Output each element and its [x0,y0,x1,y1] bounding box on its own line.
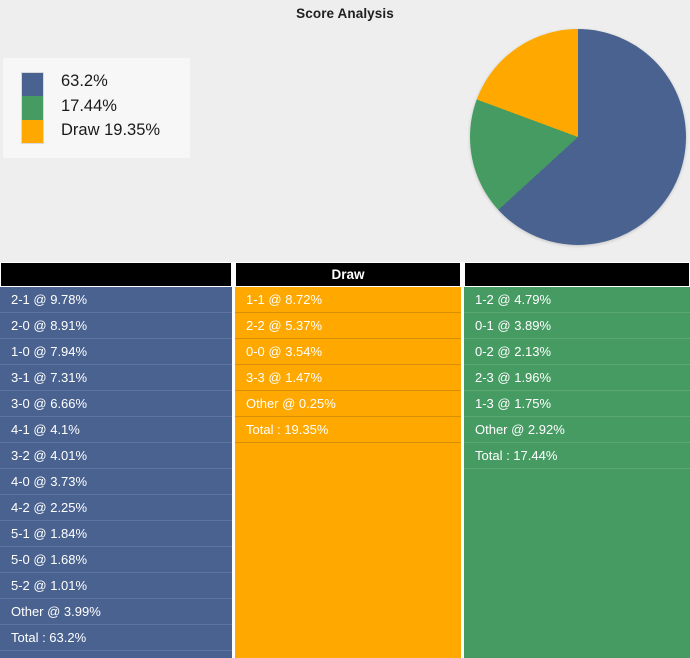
score-column-draw: Draw 1-1 @ 8.72% 2-2 @ 5.37% 0-0 @ 3.54% 3-… [235,262,461,658]
legend-label-draw: Draw 19.35% [61,121,161,139]
legend-label-home: 63.2% [61,72,108,90]
pie-chart-slices [470,29,686,245]
score-column-body-draw: 1-1 @ 8.72% 2-2 @ 5.37% 0-0 @ 3.54% 3-3 @ 1… [235,287,461,658]
score-row: 5-0 @ 1.68% [0,547,232,573]
chart-area: Score Analysis 63.2% 17.44% Draw 19.35% [0,0,690,262]
score-row: Total : 63.2% [0,625,232,651]
page-title: Score Analysis [296,6,394,21]
score-row: 4-0 @ 3.73% [0,469,232,495]
legend-swatch-away [22,96,43,120]
score-row: 1-0 @ 7.94% [0,339,232,365]
score-row: 1-3 @ 1.75% [464,391,690,417]
score-row: 2-0 @ 8.91% [0,313,232,339]
score-column-header-draw: Draw [235,262,461,287]
score-row: 3-2 @ 4.01% [0,443,232,469]
score-column-body-away: 1-2 @ 4.79% 0-1 @ 3.89% 0-2 @ 2.13% 2-3 @ 1… [464,287,690,658]
score-row: 2-2 @ 5.37% [235,313,461,339]
score-row: Total : 19.35% [235,417,461,443]
score-row: 2-1 @ 9.78% [0,287,232,313]
score-column-body-home: 2-1 @ 9.78% 2-0 @ 8.91% 1-0 @ 7.94% 3-1 @ 7… [0,287,232,658]
score-column-header-home [0,262,232,287]
score-row: 0-2 @ 2.13% [464,339,690,365]
score-columns: 2-1 @ 9.78% 2-0 @ 8.91% 1-0 @ 7.94% 3-1 @ 7… [0,262,690,658]
legend-swatch-stack [21,72,44,144]
score-column-home: 2-1 @ 9.78% 2-0 @ 8.91% 1-0 @ 7.94% 3-1 @ 7… [0,262,232,658]
chart-legend: 63.2% 17.44% Draw 19.35% [3,58,190,158]
score-row: 4-2 @ 2.25% [0,495,232,521]
legend-label-stack: 63.2% 17.44% Draw 19.35% [61,69,160,143]
legend-swatch-home [22,73,43,97]
score-row: 2-3 @ 1.96% [464,365,690,391]
score-row: Total : 17.44% [464,443,690,469]
score-row: 5-1 @ 1.84% [0,521,232,547]
score-column-away: 1-2 @ 4.79% 0-1 @ 3.89% 0-2 @ 2.13% 2-3 @ 1… [464,262,690,658]
score-row: 5-2 @ 1.01% [0,573,232,599]
score-row: 0-0 @ 3.54% [235,339,461,365]
score-row: Other @ 2.92% [464,417,690,443]
score-column-header-away [464,262,690,287]
score-row: Other @ 0.25% [235,391,461,417]
score-row: 3-0 @ 6.66% [0,391,232,417]
score-row: 4-1 @ 4.1% [0,417,232,443]
score-row: 3-1 @ 7.31% [0,365,232,391]
legend-swatch-draw [22,119,43,143]
score-row: 1-2 @ 4.79% [464,287,690,313]
score-row: 1-1 @ 8.72% [235,287,461,313]
score-row: Other @ 3.99% [0,599,232,625]
score-row: 3-3 @ 1.47% [235,365,461,391]
pie-chart [470,29,690,251]
score-row: 0-1 @ 3.89% [464,313,690,339]
legend-label-away: 17.44% [61,96,117,115]
